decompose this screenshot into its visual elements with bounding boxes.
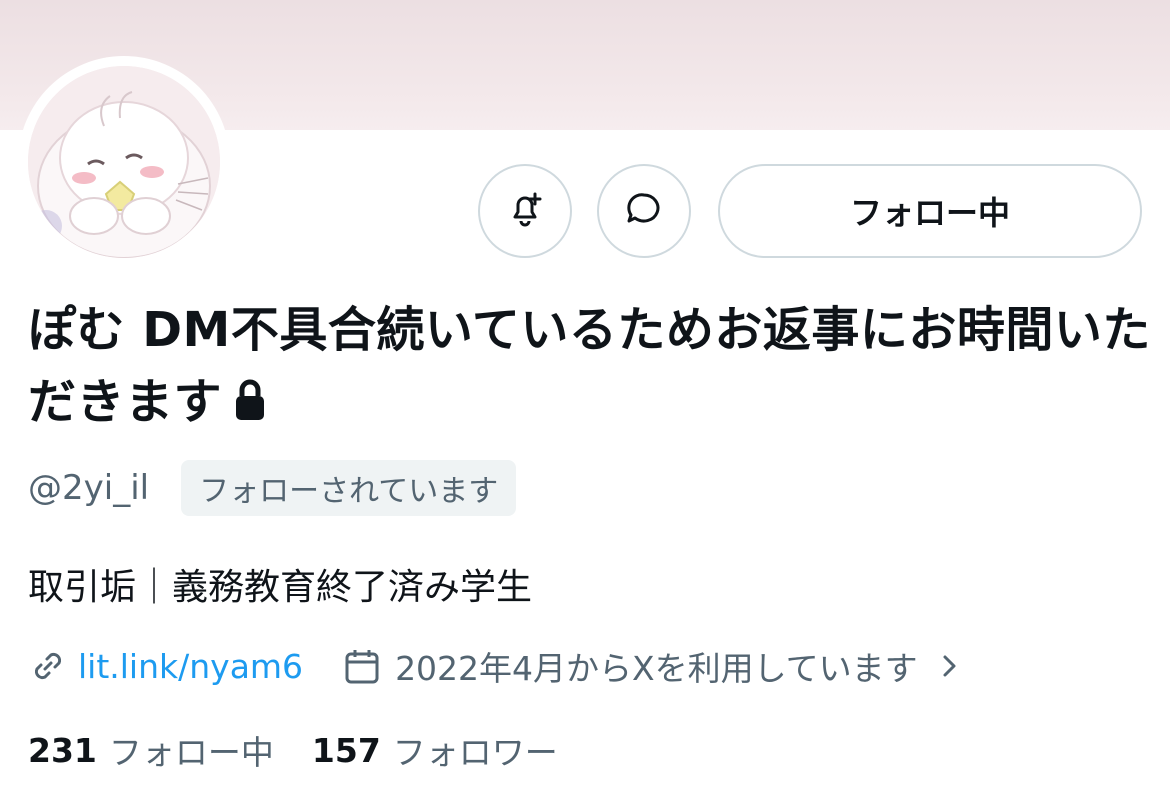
profile-bio: 取引垢｜義務教育終了済み学生 xyxy=(28,567,533,608)
avatar-illustration xyxy=(28,66,220,258)
bell-plus-icon xyxy=(501,185,549,237)
joined-date[interactable]: 2022年4月からXを利用しています xyxy=(395,642,918,690)
follows-you-badge: フォローされています xyxy=(181,460,517,516)
handle-row: @2yi_il フォローされています xyxy=(28,460,517,516)
lock-icon xyxy=(232,378,268,422)
profile-meta: lit.link/nyam6 2022年4月からXを利用しています xyxy=(28,642,964,690)
follow-stats: 231 フォロー中 157 フォロワー xyxy=(28,726,596,774)
following-count[interactable]: 231 xyxy=(28,731,97,770)
following-label[interactable]: フォロー中 xyxy=(109,726,274,774)
display-name: ぽむ DM不具合続いているためお返事にお時間いただきます xyxy=(28,294,1158,438)
chat-bubble-icon xyxy=(620,185,668,237)
notify-button[interactable] xyxy=(478,164,572,258)
chevron-right-icon[interactable] xyxy=(918,650,964,682)
link-icon xyxy=(28,646,78,686)
avatar[interactable] xyxy=(28,66,220,258)
display-name-text: ぽむ DM不具合続いているためお返事にお時間いただきます xyxy=(28,302,1151,430)
message-button[interactable] xyxy=(597,164,691,258)
user-handle: @2yi_il xyxy=(28,468,150,508)
calendar-icon xyxy=(343,646,395,686)
following-button[interactable]: フォロー中 xyxy=(718,164,1142,258)
profile-link[interactable]: lit.link/nyam6 xyxy=(78,647,303,686)
followers-label[interactable]: フォロワー xyxy=(393,726,558,774)
followers-count[interactable]: 157 xyxy=(312,731,381,770)
